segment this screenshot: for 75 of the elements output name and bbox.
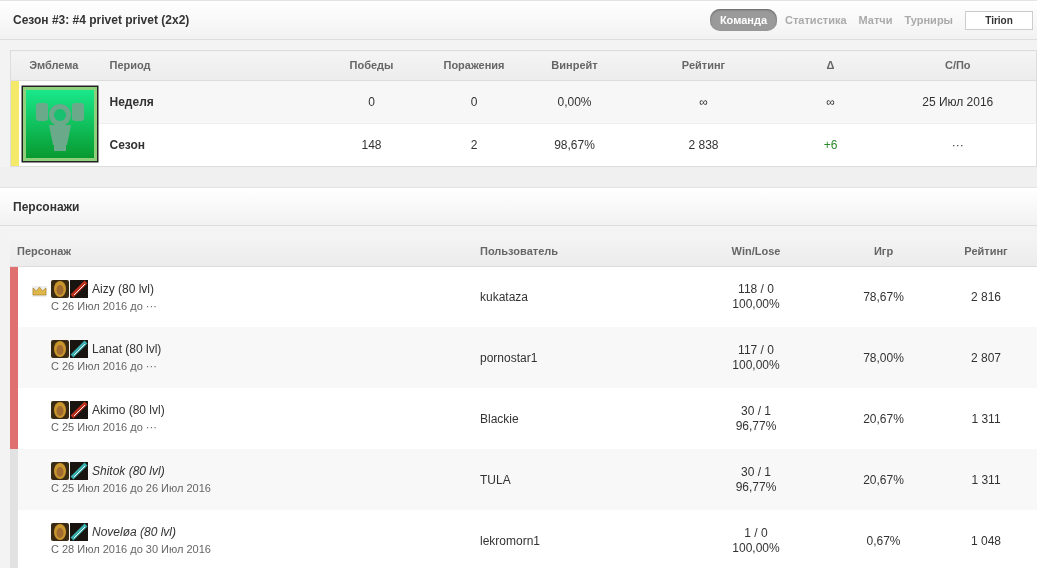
table-cell: 1 311 [971,472,1001,487]
column-header: Винрейт [551,59,598,72]
user-name: Blackie [480,411,519,426]
column-header: Период [109,59,151,72]
table-cell: 1 / 0 [744,525,768,541]
table-cell: 2 816 [971,289,1001,304]
delta-value: +6 [823,138,838,152]
character-name: Aizy (80 lvl) [92,280,154,298]
column-header: Игр [873,244,894,257]
head-silhouette-icon [51,401,69,420]
table-cell: 117 / 0 [738,342,774,358]
table-cell: 20,67% [863,411,904,426]
column-header: С/По [944,59,971,72]
character-name: Shitok (80 lvl) [92,463,165,481]
table-cell: 30 / 1 [741,403,772,419]
column-header: Эмблема [29,59,79,72]
column-header: Победы [349,59,394,72]
column-header: Персонаж [17,244,72,257]
head-silhouette-icon [51,462,69,481]
user-name: kukataza [480,289,529,304]
head-silhouette-icon [51,340,69,359]
tab[interactable]: Турниры [900,9,957,31]
table-cell: 98,67% [554,138,595,152]
head-silhouette-icon [51,523,69,542]
realm-field[interactable]: Tirion [965,10,1033,30]
panel-title: Сезон #3: #4 privet privet (2x2) [13,12,190,29]
table-cell: 0,00% [557,95,592,109]
character-name: Lanat (80 lvl) [92,341,162,359]
table-cell: 96,77% [735,479,777,495]
tab[interactable]: Команда [709,8,778,32]
column-header: Поражения [443,59,505,72]
membership-dates: С 26 Июл 2016 до ··· [51,359,158,375]
emblem-icon [20,84,99,163]
table-cell: ··· [951,138,964,152]
column-header: Win/Lose [731,244,781,257]
membership-dates: С 26 Июл 2016 до ··· [51,298,157,314]
table-cell: 118 / 0 [738,281,774,297]
user-name: pornostar1 [480,350,538,365]
delta-value: ∞ [826,95,835,109]
table-cell: 25 Июл 2016 [922,95,994,109]
table-cell: 148 [361,138,382,152]
column-header: Рейтинг [681,59,726,72]
table-cell: 1 311 [971,411,1001,426]
table-cell: 2 [470,138,478,152]
user-name: TULA [480,472,511,487]
table-cell: 0 [368,95,375,109]
table-cell: 1 048 [971,533,1001,548]
character-name: Akimo (80 lvl) [92,402,165,420]
membership-dates: С 25 Июл 2016 до 26 Июл 2016 [51,481,211,497]
character-name: Noveløa (80 lvl) [92,524,177,542]
panel-title: Персонажи [13,198,80,216]
period-label: Неделя [109,95,154,109]
table-cell: 30 / 1 [741,464,772,480]
table-cell: 78,67% [863,289,904,304]
table-cell: 0,67% [866,533,901,548]
table-cell: ∞ [699,95,708,109]
table-cell: 96,77% [735,418,777,434]
membership-dates: С 28 Июл 2016 до 30 Июл 2016 [51,542,211,558]
table-cell: 2 838 [688,138,719,152]
tab[interactable]: Статистика [781,9,851,31]
table-cell: 78,00% [863,350,904,365]
table-cell: 100,00% [732,357,780,373]
column-header: Пользователь [480,244,559,257]
table-cell: 0 [470,95,478,109]
head-silhouette-icon [51,279,69,298]
table-cell: 100,00% [732,540,780,556]
tab[interactable]: Матчи [854,9,897,31]
period-label: Сезон [109,138,146,152]
column-header: Δ [826,59,835,72]
membership-dates: С 25 Июл 2016 до ··· [51,420,158,436]
column-header: Рейтинг [964,244,1008,257]
table-cell: 20,67% [863,472,904,487]
table-cell: 2 807 [971,350,1001,365]
user-name: lekromorn1 [480,533,541,548]
table-cell: 100,00% [732,296,780,312]
